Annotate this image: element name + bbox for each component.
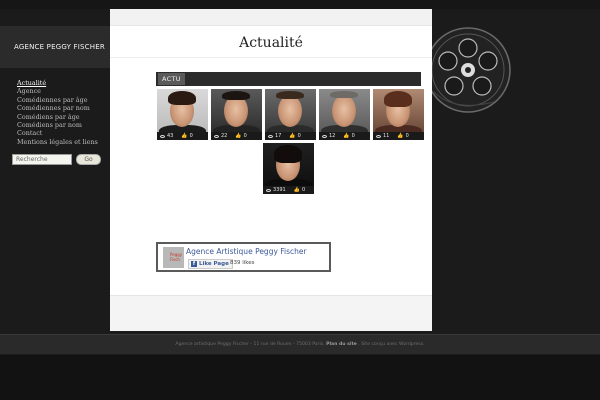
like-page-label: Like Page [199, 261, 229, 267]
thumbs-up-icon: 👍 [289, 133, 296, 139]
like-count: 0 [243, 133, 247, 139]
content-footer-strip [110, 295, 432, 331]
like-count: 0 [405, 133, 409, 139]
category-header: ACTU [156, 72, 421, 86]
nav-item-agence[interactable]: Agence [17, 87, 110, 95]
nav-item-contact[interactable]: Contact [17, 129, 110, 137]
like-count: 0 [189, 133, 193, 139]
thumbnail-stats: 11 👍 0 [373, 132, 424, 140]
thumbs-up-icon: 👍 [181, 133, 188, 139]
search-input[interactable] [12, 154, 72, 165]
view-count: 11 [383, 133, 390, 139]
thumbs-up-icon: 👍 [235, 133, 242, 139]
nav-item-comediens-age[interactable]: Comédiens par âge [17, 113, 110, 121]
thumbnail-stats: 43 👍 0 [157, 132, 208, 140]
thumbs-up-icon: 👍 [397, 133, 404, 139]
actor-thumbnail[interactable]: 17 👍 0 [265, 89, 316, 140]
nav-item-comediens-nom[interactable]: Comédiens par nom [17, 121, 110, 129]
eye-icon [160, 134, 165, 138]
main-nav: Actualité Agence Comédiennes par âge Com… [0, 79, 110, 146]
actor-photo [373, 89, 424, 139]
actor-thumbnail[interactable]: 3391 👍 0 [263, 143, 314, 194]
page-title: Actualité [239, 35, 303, 51]
site-footer: Agence artistique Peggy Fischer - 11 rue… [0, 334, 600, 354]
site-title[interactable]: AGENCE PEGGY FISCHER [0, 26, 110, 68]
sitemap-link[interactable]: Plan du site [326, 342, 357, 347]
actor-photo [263, 143, 314, 193]
nav-item-actualite[interactable]: Actualité [17, 79, 110, 87]
eye-icon [214, 134, 219, 138]
top-bar [0, 0, 600, 9]
facebook-like-box: Peggy Fisch Agence Artistique Peggy Fisc… [156, 242, 331, 272]
facebook-like-count: 839 likes [230, 260, 255, 266]
thumbnail-stats: 12 👍 0 [319, 132, 370, 140]
thumbs-up-icon: 👍 [343, 133, 350, 139]
view-count: 17 [275, 133, 282, 139]
view-count: 43 [167, 133, 174, 139]
actor-thumbnail[interactable]: 43 👍 0 [157, 89, 208, 140]
actor-thumbnail[interactable]: 22 👍 0 [211, 89, 262, 140]
nav-item-comediennes-nom[interactable]: Comédiennes par nom [17, 104, 110, 112]
actor-photo [265, 89, 316, 139]
eye-icon [376, 134, 381, 138]
nav-item-comediennes-age[interactable]: Comédiennes par âge [17, 96, 110, 104]
search-go-button[interactable]: Go [76, 154, 101, 165]
content-top-strip [110, 9, 432, 26]
footer-address: Agence artistique Peggy Fischer - 11 rue… [175, 342, 325, 347]
view-count: 3391 [273, 187, 286, 193]
actor-photo [211, 89, 262, 139]
eye-icon [268, 134, 273, 138]
view-count: 22 [221, 133, 228, 139]
facebook-icon: f [191, 261, 197, 267]
like-count: 0 [351, 133, 355, 139]
thumbnail-stats: 22 👍 0 [211, 132, 262, 140]
actor-photo [319, 89, 370, 139]
actor-photo [157, 89, 208, 139]
agency-logo: Peggy Fisch [163, 247, 184, 268]
eye-icon [322, 134, 327, 138]
category-tab-actu[interactable]: ACTU [158, 73, 185, 85]
actor-thumbnail[interactable]: 11 👍 0 [373, 89, 424, 140]
view-count: 12 [329, 133, 336, 139]
like-count: 0 [301, 187, 306, 193]
facebook-page-name[interactable]: Agence Artistique Peggy Fischer [186, 247, 307, 256]
bottom-band [0, 355, 600, 400]
title-divider [110, 57, 432, 58]
search-form: Go [12, 154, 101, 165]
content-panel: Actualité ACTU 43 👍 0 22 👍 0 17 👍 0 12 👍… [110, 9, 432, 331]
footer-credit: . Site conçu avec Wordpress. [358, 342, 425, 347]
thumbnail-stats: 17 👍 0 [265, 132, 316, 140]
like-count: 0 [297, 133, 301, 139]
thumbs-up-icon: 👍 [293, 187, 300, 193]
nav-item-mentions[interactable]: Mentions légales et liens [17, 138, 110, 146]
film-reel-icon [425, 27, 511, 113]
actor-thumbnail[interactable]: 12 👍 0 [319, 89, 370, 140]
like-page-button[interactable]: f Like Page [188, 259, 233, 269]
thumbnail-stats: 3391 👍 0 [263, 186, 314, 194]
eye-icon [266, 188, 271, 192]
sidebar: AGENCE PEGGY FISCHER Actualité Agence Co… [0, 26, 110, 326]
